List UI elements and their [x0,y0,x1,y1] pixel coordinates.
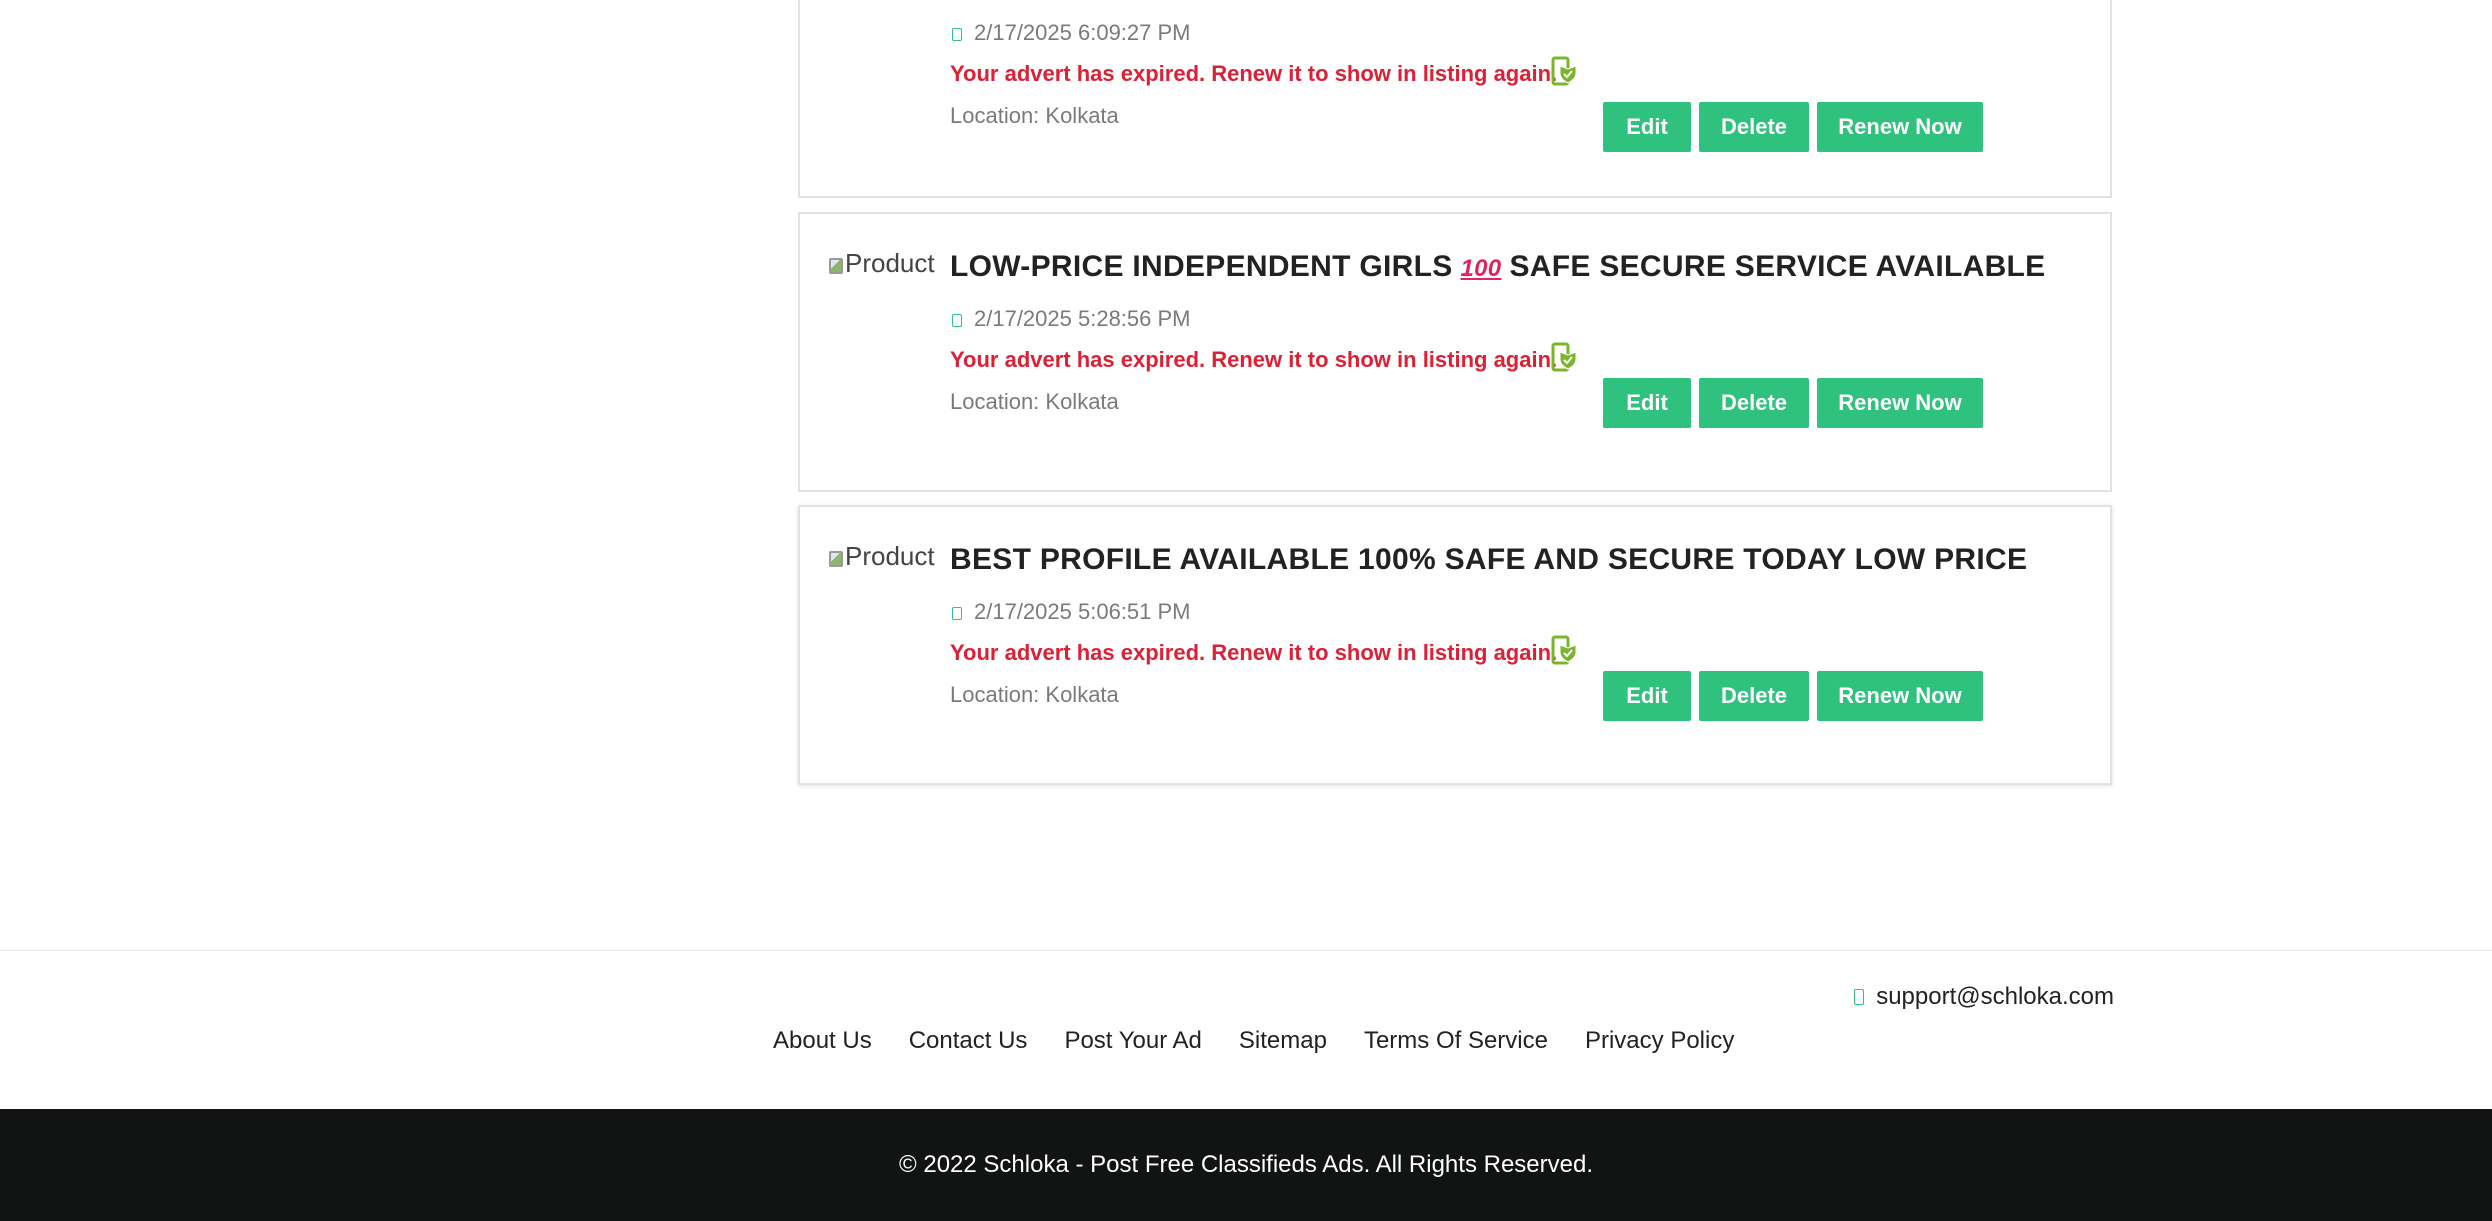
listing-date: 2/17/2025 6:09:27 PM [950,20,1191,46]
listing-title[interactable]: BEST PROFILE AVAILABLE 100% SAFE AND SEC… [950,543,2027,577]
expired-message: Your advert has expired. Renew it to sho… [950,640,1558,665]
calendar-icon [952,28,962,41]
calendar-icon [952,607,962,620]
listing-location: Location: Kolkata [950,389,1119,414]
title-part-2: SAFE SECURE SERVICE AVAILABLE [1509,250,2046,283]
date-text: 2/17/2025 5:28:56 PM [974,306,1191,331]
listing-date: 2/17/2025 5:28:56 PM [950,306,1191,332]
hundred-points-emoji: 100 [1460,255,1502,282]
verified-phone-icon [1551,56,1577,86]
footer-link-terms-of-service[interactable]: Terms Of Service [1364,1027,1548,1055]
mail-icon [1854,989,1865,1005]
product-thumbnail[interactable]: Product [829,248,944,288]
listing-location: Location: Kolkata [950,682,1119,707]
delete-button[interactable]: Delete [1699,378,1809,428]
footer-divider [0,950,2492,951]
footer-link-post-your-ad[interactable]: Post Your Ad [1064,1027,1201,1055]
edit-button[interactable]: Edit [1603,102,1691,152]
listing-actions: Edit Delete Renew Now [1603,671,1983,721]
expired-message: Your advert has expired. Renew it to sho… [950,61,1558,86]
listing-location: Location: Kolkata [950,103,1119,128]
broken-image-icon [829,258,843,274]
thumbnail-alt-text: Product [845,248,935,278]
delete-button[interactable]: Delete [1699,671,1809,721]
renew-now-button[interactable]: Renew Now [1817,378,1983,428]
date-text: 2/17/2025 6:09:27 PM [974,20,1191,45]
page: 2/17/2025 6:09:27 PM Your advert has exp… [0,0,2492,1221]
renew-now-button[interactable]: Renew Now [1817,102,1983,152]
listing-card: Product BEST PROFILE AVAILABLE 100% SAFE… [798,505,2112,785]
listing-title[interactable]: LOW-PRICE INDEPENDENT GIRLS 100 SAFE SECUR… [950,250,2045,284]
listing-card: Product LOW-PRICE INDEPENDENT GIRLS 100 SA… [798,212,2112,492]
edit-button[interactable]: Edit [1603,378,1691,428]
product-thumbnail[interactable]: Product [829,541,944,581]
listing-card: 2/17/2025 6:09:27 PM Your advert has exp… [798,0,2112,198]
footer-link-contact-us[interactable]: Contact Us [909,1027,1028,1055]
copyright-text: © 2022 Schloka - Post Free Classifieds A… [899,1151,1593,1178]
listing-date: 2/17/2025 5:06:51 PM [950,599,1191,625]
listing-actions: Edit Delete Renew Now [1603,378,1983,428]
copyright-bar: © 2022 Schloka - Post Free Classifieds A… [0,1109,2492,1221]
date-text: 2/17/2025 5:06:51 PM [974,599,1191,624]
edit-button[interactable]: Edit [1603,671,1691,721]
support-email[interactable]: support@schloka.com [1854,983,2114,1011]
verified-phone-icon [1551,342,1577,372]
thumbnail-alt-text: Product [845,541,935,571]
title-part-1: LOW-PRICE INDEPENDENT GIRLS [950,250,1453,283]
calendar-icon [952,314,962,327]
footer-link-privacy-policy[interactable]: Privacy Policy [1585,1027,1734,1055]
expired-message: Your advert has expired. Renew it to sho… [950,347,1558,372]
listing-actions: Edit Delete Renew Now [1603,102,1983,152]
broken-image-icon [829,551,843,567]
renew-now-button[interactable]: Renew Now [1817,671,1983,721]
footer-link-about-us[interactable]: About Us [773,1027,872,1055]
footer-nav: About Us Contact Us Post Your Ad Sitemap… [773,1027,1734,1055]
delete-button[interactable]: Delete [1699,102,1809,152]
support-email-text: support@schloka.com [1876,983,2114,1010]
verified-phone-icon [1551,635,1577,665]
footer-link-sitemap[interactable]: Sitemap [1239,1027,1327,1055]
